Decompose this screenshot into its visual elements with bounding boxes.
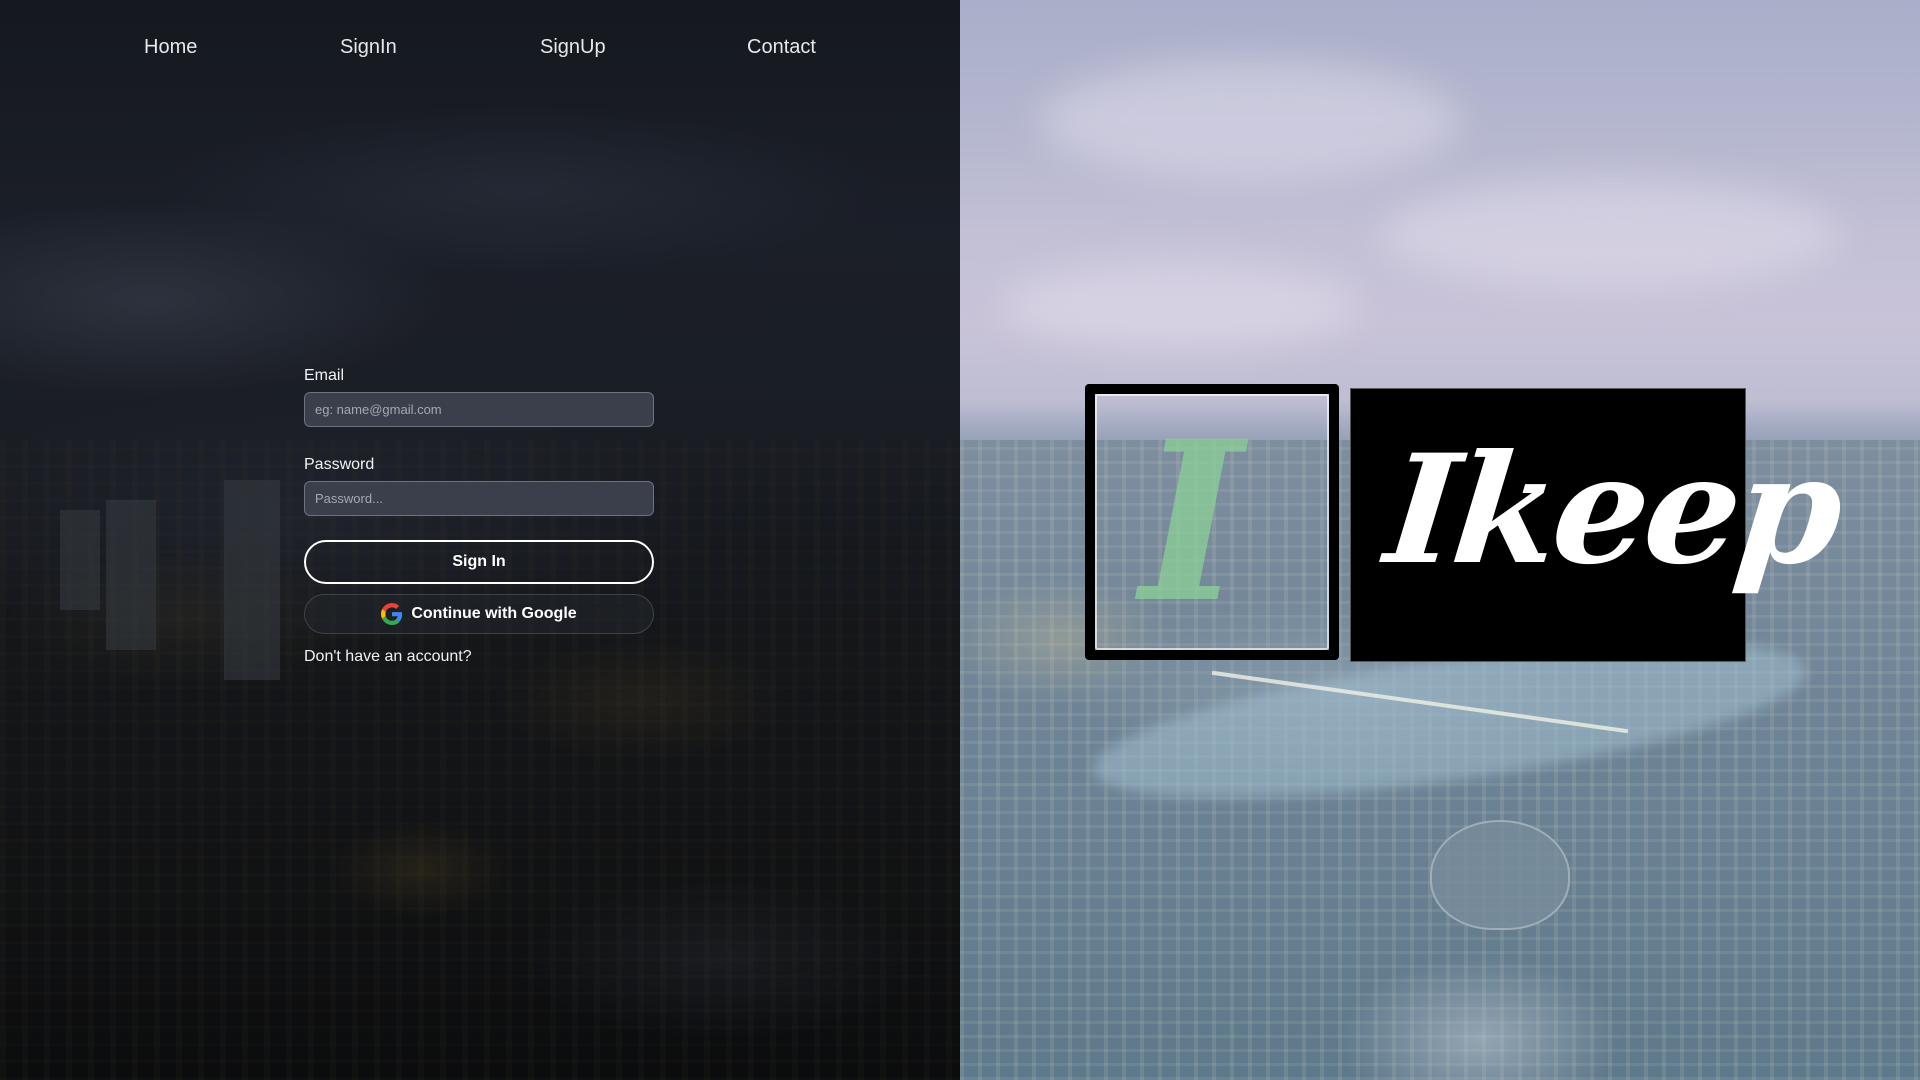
email-group: Email	[304, 366, 654, 427]
nav-signup-link[interactable]: SignUp	[540, 36, 606, 59]
google-button-label: Continue with Google	[411, 605, 577, 622]
signup-prompt-link[interactable]: Don't have an account?	[304, 648, 472, 666]
signin-page: Home SignIn SignUp Contact Email Passwor…	[0, 0, 1920, 1080]
cloud-shape	[1380, 180, 1840, 290]
cloud-shape	[1040, 60, 1460, 180]
nav-signin-link[interactable]: SignIn	[340, 36, 397, 59]
nav-contact-link[interactable]: Contact	[747, 36, 816, 59]
google-g-icon	[381, 603, 403, 625]
nav-home-link[interactable]: Home	[144, 36, 197, 59]
password-group: Password	[304, 455, 654, 516]
dark-tower-shape	[106, 500, 156, 650]
dark-tower-shape	[60, 510, 100, 610]
signin-button[interactable]: Sign In	[304, 540, 654, 584]
password-label: Password	[304, 456, 375, 473]
password-input[interactable]	[304, 481, 654, 516]
top-navigation: Home SignIn SignUp Contact	[0, 0, 960, 96]
logo-letter: I	[1140, 392, 1243, 651]
signin-form: Email Password Sign In Continue with Goo…	[304, 366, 654, 666]
cloud-shape	[1000, 260, 1360, 350]
email-input[interactable]	[304, 392, 654, 427]
logo-wordmark: Ikeep	[1378, 422, 1848, 598]
email-label: Email	[304, 367, 345, 384]
dark-tower-shape	[224, 480, 280, 680]
continue-with-google-button[interactable]: Continue with Google	[304, 594, 654, 634]
dome-building-shape	[1430, 820, 1570, 930]
